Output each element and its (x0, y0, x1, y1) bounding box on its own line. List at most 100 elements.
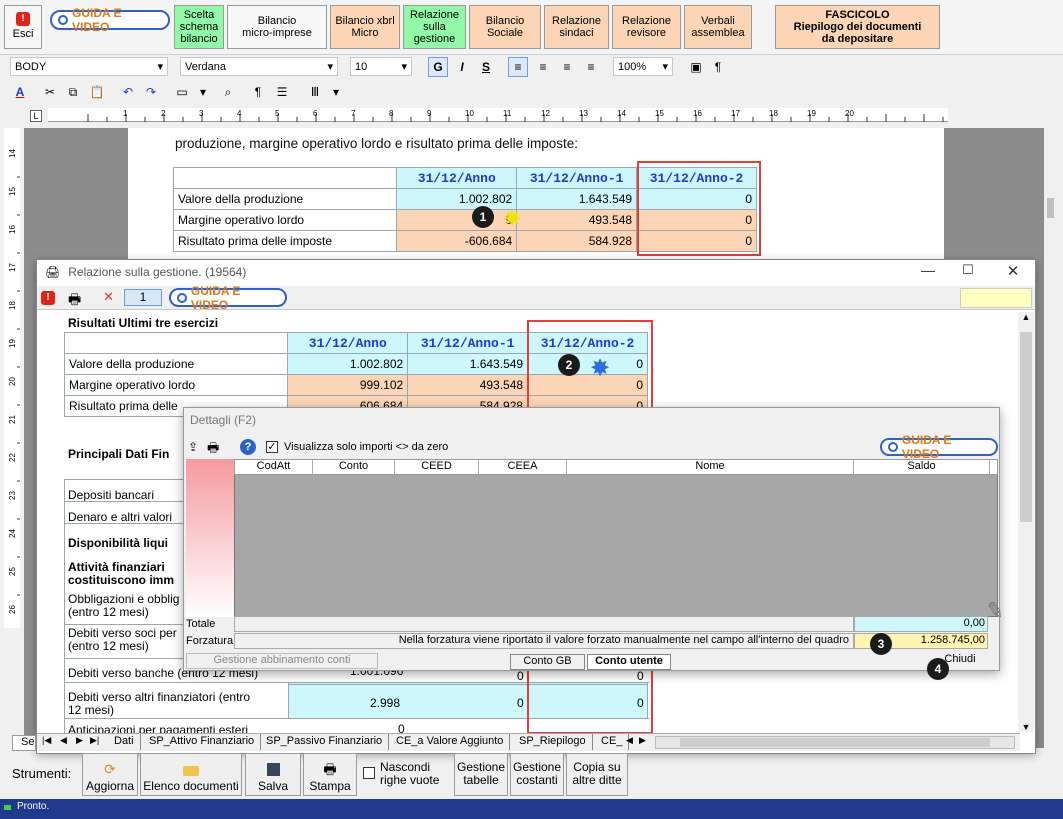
scroll-thumb[interactable] (1020, 332, 1032, 522)
table-icon[interactable]: ▭ (172, 82, 192, 102)
bilancio-xbrl-button[interactable]: Bilancio xbrl Micro (330, 5, 400, 49)
doc-scrollbar[interactable] (1044, 128, 1058, 748)
col-ceea[interactable]: CEEA (479, 460, 567, 474)
val-debiti-altri: 2.998 (370, 696, 401, 710)
h-scroll-thumb[interactable] (680, 738, 990, 747)
tab-stop-button[interactable]: L (30, 110, 42, 122)
gestione-abbinamento-button[interactable]: Gestione abbinamento conti (186, 653, 378, 669)
maximize-button[interactable]: ☐ (958, 262, 978, 282)
scroll-down-icon[interactable]: ▼ (1018, 722, 1034, 732)
magnifier-icon (58, 15, 68, 25)
rel-cell[interactable]: 1.643.549 (407, 353, 529, 375)
gestione-tabelle-button[interactable]: Gestione tabelle (454, 753, 508, 796)
redo-icon[interactable]: ↷ (141, 82, 161, 102)
scelta-schema-button[interactable]: Scelta schema bilancio (174, 5, 224, 49)
tab-nav-last[interactable]: ▶| (90, 735, 99, 746)
pilcrow-button[interactable]: ¶ (708, 57, 728, 77)
horizontal-ruler: 1 2 3 4 5 6 7 8 9 10 11 12 13 14 15 16 17 18 19 20 (48, 108, 948, 122)
delete-print-icon[interactable]: ✕ (103, 289, 114, 305)
zoom-select[interactable]: 100% ▾ (613, 57, 673, 76)
page-number-field[interactable]: 1 (124, 289, 162, 306)
print-icon[interactable]: 🖶 (68, 289, 81, 313)
paste-icon[interactable]: 📋 (87, 82, 107, 102)
rel-cell[interactable]: 1.002.802 (287, 353, 409, 375)
col-conto[interactable]: Conto (313, 460, 395, 474)
col-codatt[interactable]: CodAtt (235, 460, 313, 474)
paragraph-format-icon[interactable]: ¶ (248, 82, 268, 102)
doc-row-label: Valore della produzione (172, 188, 398, 210)
close-button[interactable]: ✕ (1003, 262, 1023, 282)
list-icon[interactable]: ☰ (272, 82, 292, 102)
rel-yellow-field (960, 288, 1032, 308)
print-icon[interactable]: 🖶 (207, 439, 219, 461)
help-icon[interactable]: ? (240, 439, 256, 455)
dettagli-guida-button[interactable]: GUIDA E VIDEO (880, 433, 998, 461)
verbali-assemblea-button[interactable]: Verbali assemblea (684, 5, 752, 49)
copia-ditte-button[interactable]: Copia su altre ditte (566, 753, 628, 796)
col-ceed[interactable]: CEED (395, 460, 479, 474)
relazione-revisore-button[interactable]: Relazione revisore (612, 5, 681, 49)
aggiorna-button[interactable]: ⟳ Aggiorna (82, 753, 138, 796)
font-color-icon[interactable]: A (10, 82, 30, 102)
font-select[interactable]: Verdana ▾ (180, 57, 338, 76)
align-center-icon[interactable]: ≡ (533, 57, 553, 77)
rel-cell[interactable]: 493.548 (407, 374, 529, 396)
export-icon[interactable]: ⇪ (188, 440, 198, 454)
guida-video-button[interactable]: GUIDA E VIDEO (50, 6, 170, 34)
vruler-label: 14 (8, 149, 17, 158)
rel-cell[interactable]: 999.102 (287, 374, 409, 396)
relazione-gestione-button[interactable]: Relazione sulla gestione (403, 5, 466, 49)
tab-ce-valore[interactable]: CE_a Valore Aggiunto (390, 734, 511, 750)
tab-nav-next[interactable]: ▶ (76, 735, 83, 746)
font-size-select[interactable]: 10 ▾ (350, 57, 412, 76)
conto-utente-tab[interactable]: Conto utente (587, 654, 671, 670)
bilancio-sociale-button[interactable]: Bilancio Sociale (469, 5, 541, 49)
cut-icon[interactable]: ✂ (40, 82, 60, 102)
gestione-costanti-button[interactable]: Gestione costanti (510, 753, 564, 796)
copy-icon[interactable]: ⧉ (63, 82, 83, 102)
fascicolo-button[interactable]: FASCICOLO Riepilogo dei documenti da dep… (775, 5, 940, 49)
page-layout-icon[interactable]: ▣ (686, 57, 706, 77)
undo-icon[interactable]: ↶ (118, 82, 138, 102)
library-dropdown-icon[interactable]: ▾ (326, 82, 346, 102)
solo-importi-checkbox[interactable]: ✓ (266, 441, 278, 453)
library-icon[interactable]: Ⅲ (305, 82, 325, 102)
tab-sp-riepilogo[interactable]: SP_Riepilogo (513, 734, 593, 750)
rel-guida-video-button[interactable]: GUIDA E VIDEO (169, 284, 287, 312)
tab-nav-prev[interactable]: ◀ (60, 735, 67, 746)
tab-nav-first[interactable]: |◀ (42, 735, 51, 746)
align-left-icon[interactable]: ≡ (508, 57, 528, 77)
find-icon[interactable]: ⌕ (218, 82, 238, 102)
col-nome[interactable]: Nome (567, 460, 854, 474)
stampa-button[interactable]: 🖶 Stampa (303, 753, 357, 796)
italic-button[interactable]: I (452, 57, 472, 77)
tab-stub[interactable]: Se (12, 735, 36, 751)
tab-dati[interactable]: Dati (108, 734, 141, 750)
scroll-up-icon[interactable]: ▲ (1018, 312, 1034, 326)
align-right-icon[interactable]: ≡ (557, 57, 577, 77)
tab-scroll-left[interactable]: ◀ (626, 735, 633, 746)
col-saldo[interactable]: Saldo (854, 460, 990, 474)
justify-icon[interactable]: ≡ (581, 57, 601, 77)
h-scrollbar[interactable] (655, 736, 1015, 749)
salva-button[interactable]: Salva (245, 753, 301, 796)
relazione-sindaci-button[interactable]: Relazione sindaci (544, 5, 609, 49)
esci-button[interactable]: ! Esci (4, 5, 42, 49)
tab-ce[interactable]: CE_ (595, 734, 630, 750)
tab-scroll-right[interactable]: ▶ (639, 735, 646, 746)
table-dropdown-icon[interactable]: ▾ (193, 82, 213, 102)
scroll-thumb[interactable] (1047, 198, 1054, 218)
rel-scrollbar[interactable]: ▲ ▼ (1018, 312, 1034, 732)
tab-sp-attivo[interactable]: SP_Attivo Finanziario (143, 734, 262, 750)
style-select[interactable]: BODY ▾ (10, 57, 168, 76)
elenco-documenti-button[interactable]: Elenco documenti (140, 753, 242, 796)
bold-button[interactable]: G (428, 57, 448, 77)
strike-button[interactable]: S (476, 57, 496, 77)
tab-sp-passivo[interactable]: SP_Passivo Finanziario (260, 734, 390, 750)
minimize-button[interactable]: — (918, 262, 938, 282)
totale-value: 0,00 (854, 616, 988, 632)
conto-gb-tab[interactable]: Conto GB (510, 654, 585, 670)
exit-icon[interactable]: ! (41, 291, 55, 305)
bilancio-micro-button[interactable]: Bilancio micro-imprese (227, 5, 327, 49)
nascondi-righe-checkbox[interactable] (363, 767, 375, 779)
